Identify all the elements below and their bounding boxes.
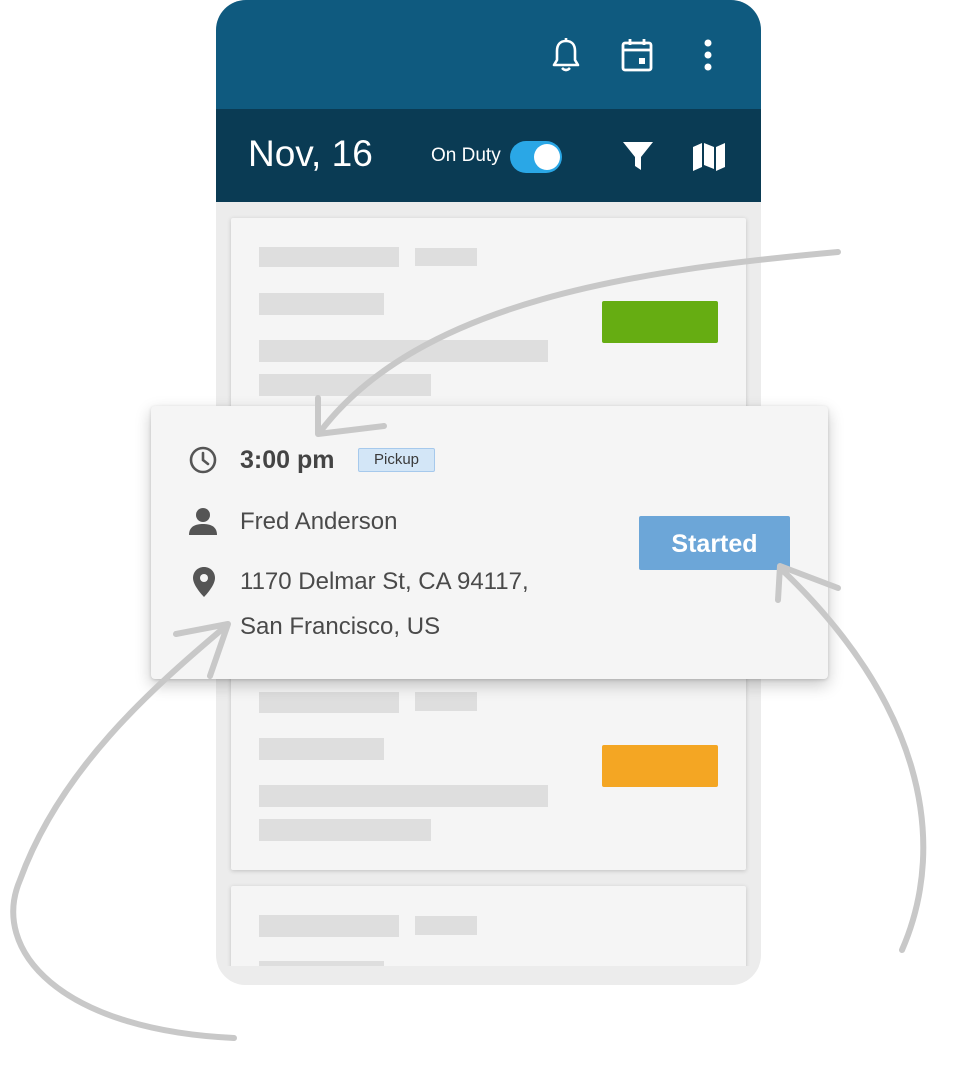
clock-icon (189, 446, 217, 474)
filter-icon[interactable] (622, 140, 654, 172)
job-type-tag: Pickup (358, 448, 436, 472)
address-line-2: San Francisco, US (240, 613, 441, 640)
skeleton-line (415, 916, 477, 935)
skeleton-line (259, 247, 399, 267)
arrow-to-address (10, 623, 237, 1041)
more-vert-icon[interactable] (701, 38, 715, 72)
job-card-focused[interactable]: 3:00 pm Pickup Fred Anderson 1170 Delmar… (151, 406, 828, 679)
status-badge-orange (602, 745, 718, 787)
skeleton-line (259, 785, 548, 807)
on-duty-toggle[interactable] (510, 141, 562, 173)
skeleton-line (259, 915, 399, 937)
skeleton-line (259, 374, 431, 396)
status-started-button[interactable]: Started (639, 516, 790, 570)
customer-name: Fred Anderson (240, 508, 398, 535)
selected-date[interactable]: Nov, 16 (248, 133, 373, 175)
duty-label: On Duty (431, 145, 501, 166)
calendar-icon[interactable] (621, 38, 653, 72)
job-time: 3:00 pm (240, 446, 335, 474)
status-badge-green (602, 301, 718, 343)
toggle-knob (534, 144, 560, 170)
skeleton-line (259, 293, 384, 315)
skeleton-line (259, 738, 384, 760)
skeleton-line (259, 340, 548, 362)
skeleton-line (415, 692, 477, 711)
person-icon (189, 508, 217, 535)
skeleton-line (415, 248, 477, 266)
map-icon[interactable] (692, 141, 726, 171)
location-pin-icon (193, 567, 215, 597)
bell-icon[interactable] (552, 38, 580, 72)
phone-bottom-bezel (216, 966, 761, 985)
address-line-1: 1170 Delmar St, CA 94117, (240, 568, 529, 595)
skeleton-line (259, 692, 399, 713)
skeleton-line (259, 819, 431, 841)
app-top-bar (216, 0, 761, 109)
